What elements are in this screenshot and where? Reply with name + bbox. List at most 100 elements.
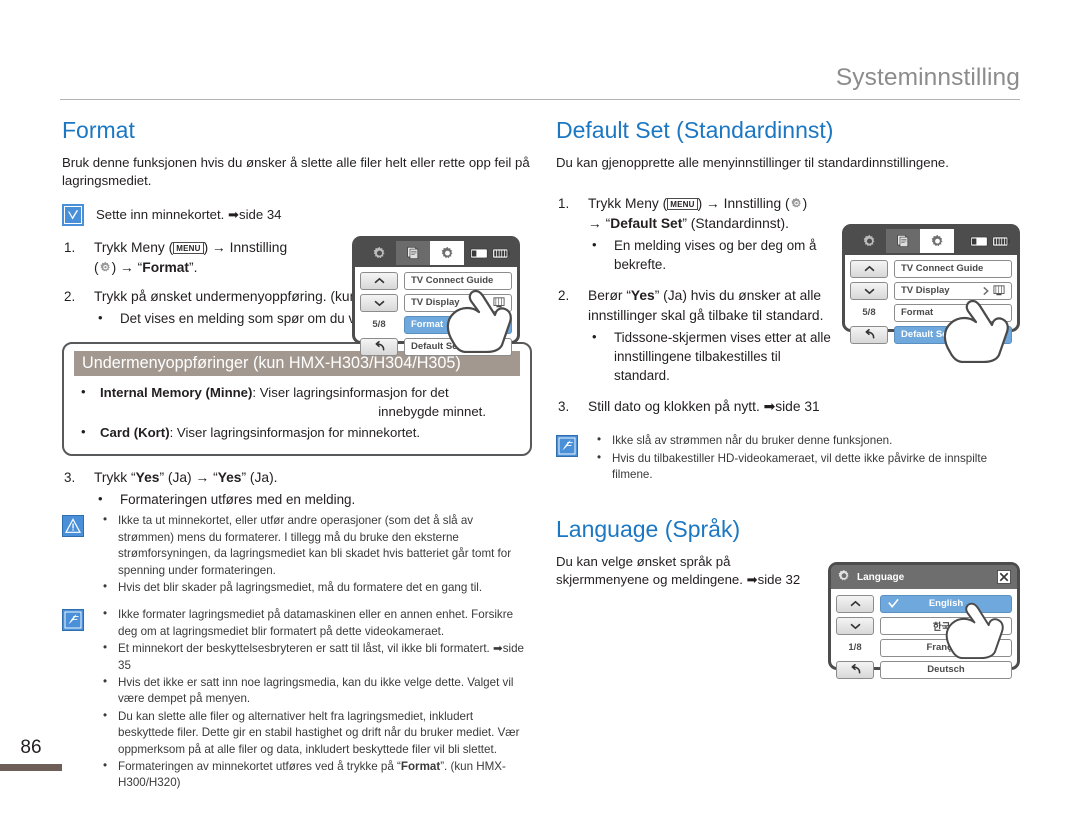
memory-card-icon xyxy=(970,236,988,246)
insert-card-tip-text: Sette inn minnekortet. ➡side 34 xyxy=(96,207,282,223)
step-1-text-d: ”. xyxy=(189,260,198,276)
default-step-1: 1. Trykk Meny (MENU) → Innstilling ( ) →… xyxy=(556,194,836,274)
menu-item[interactable]: TV Display xyxy=(404,293,512,312)
back-button[interactable] xyxy=(850,325,888,344)
step-3-text-a: Trykk “ xyxy=(94,470,136,486)
dialog-title: Language xyxy=(857,571,905,583)
lcd-mockup-language: Language English 한국어 1/8 Français Deutsc… xyxy=(828,562,1020,679)
insert-card-tip: Sette inn minnekortet. ➡side 34 xyxy=(62,204,532,227)
step-1-text-c: ) xyxy=(802,196,808,212)
page-indicator: 5/8 xyxy=(372,319,386,330)
menu-item-format[interactable]: Format xyxy=(404,315,512,334)
close-icon[interactable] xyxy=(996,570,1011,585)
page-number-bar xyxy=(0,764,62,771)
default-step-2-sublist: Tidssone-skjermen vises etter at alle in… xyxy=(588,327,836,385)
menu-button-chip: MENU xyxy=(667,198,698,211)
menu-item-default-set[interactable]: Default Set xyxy=(894,325,1012,344)
gear-icon xyxy=(99,260,112,273)
lcd-mockup-format: TV Connect Guide TV Display 5/8 Format D… xyxy=(352,236,520,356)
page-number: 86 xyxy=(20,737,42,758)
menu-item-indicator xyxy=(482,297,505,308)
memory-card-icon xyxy=(470,248,488,258)
step-1-text-b: ) → Innstilling xyxy=(203,240,288,256)
page-indicator: 1/8 xyxy=(848,642,862,653)
page-number-block: 86 xyxy=(0,738,62,771)
language-item-francais[interactable]: Français xyxy=(880,638,1012,657)
step-number: 2. xyxy=(64,289,76,305)
gear-icon xyxy=(837,569,851,586)
page-title: Systeminnstilling xyxy=(835,64,1020,91)
section-title-format: Format xyxy=(62,117,135,143)
lcd-row: 5/8 Format xyxy=(850,303,1012,322)
back-button[interactable] xyxy=(360,337,398,356)
submenu-item-1-desc: : Viser lagringsinformasjon for det xyxy=(252,385,449,401)
default-step-1-sublist: En melding vises og ber deg om å bekreft… xyxy=(588,235,836,274)
header-divider xyxy=(60,98,1020,100)
default-step-2: 2. Berør “Yes” (Ja) hvis du ønsker at al… xyxy=(556,286,836,385)
language-item-english[interactable]: English xyxy=(880,594,1012,613)
back-button[interactable] xyxy=(836,660,874,679)
lcd-row: TV Display xyxy=(360,293,512,312)
menu-item[interactable]: TV Display xyxy=(894,281,1012,300)
list-item: Et minnekort der beskyttelsesbryteren er… xyxy=(98,640,532,674)
step-1-text-a: Trykk Meny ( xyxy=(94,240,174,256)
section-title-language: Language (Språk) xyxy=(556,515,741,542)
list-item: Hvis det blir skader på lagringsmediet, … xyxy=(98,579,532,596)
tab-settings-gear-icon[interactable] xyxy=(852,229,886,253)
page-indicator: 5/8 xyxy=(862,307,876,318)
lcd-tabbar xyxy=(845,227,1017,255)
tv-display-icon xyxy=(993,285,1005,296)
list-item: Tidssone-skjermen vises etter at alle in… xyxy=(588,327,836,385)
scroll-up-button[interactable] xyxy=(360,271,398,290)
step-number: 2. xyxy=(558,288,570,304)
step-number: 3. xyxy=(64,470,76,486)
language-item-korean[interactable]: 한국어 xyxy=(880,616,1012,635)
chevron-right-icon xyxy=(983,286,989,295)
scroll-down-button[interactable] xyxy=(360,293,398,312)
lcd-row: TV Connect Guide xyxy=(360,271,512,290)
battery-icon xyxy=(492,248,510,258)
tab-pages-icon[interactable] xyxy=(886,229,920,253)
menu-item[interactable]: TV Connect Guide xyxy=(404,271,512,290)
step-number: 1. xyxy=(64,240,76,256)
format-note-list: Ikke formater lagringsmediet på datamask… xyxy=(98,606,532,792)
scroll-down-button[interactable] xyxy=(850,281,888,300)
note-pen-icon xyxy=(556,435,578,458)
step-3-text: Still dato og klokken på nytt. ➡side 31 xyxy=(588,399,820,415)
tab-system-settings-icon[interactable] xyxy=(920,229,954,253)
step-1-line2-rest: ” (Standardinnst). xyxy=(682,216,789,232)
note-pen-icon xyxy=(62,609,84,632)
tab-pages-icon[interactable] xyxy=(396,241,430,265)
scroll-down-button[interactable] xyxy=(836,616,874,635)
submenu-item-2-desc: : Viser lagringsinformasjon for minnekor… xyxy=(169,425,421,441)
menu-item[interactable]: Default Set xyxy=(404,337,512,356)
lcd-tabbar xyxy=(355,239,517,267)
default-set-note-list: Ikke slå av strømmen når du bruker denne… xyxy=(592,432,1021,484)
lcd-row: 1/8 Français xyxy=(836,638,1012,657)
list-item: Hvis du tilbakestiller HD-videokameraet,… xyxy=(592,450,1021,484)
list-item: En melding vises og ber deg om å bekreft… xyxy=(588,235,836,274)
format-warning-block: Ikke ta ut minnekortet, eller utfør andr… xyxy=(62,512,532,597)
language-label: English xyxy=(928,598,964,609)
step-number: 1. xyxy=(558,196,570,212)
language-item-deutsch[interactable]: Deutsch xyxy=(880,660,1012,679)
status-indicators xyxy=(970,236,1010,247)
list-item: Hvis det ikke er satt inn noe lagringsme… xyxy=(98,674,532,708)
tab-system-settings-icon[interactable] xyxy=(430,241,464,265)
note-5-text-a: Formateringen av minnekortet utføres ved… xyxy=(118,759,401,773)
step-1-text-a: Trykk Meny ( xyxy=(588,196,668,212)
lcd-row: Deutsch xyxy=(836,660,1012,679)
format-warning-list: Ikke ta ut minnekortet, eller utfør andr… xyxy=(98,512,532,597)
menu-item[interactable]: Format xyxy=(894,303,1012,322)
step-1-bold: Format xyxy=(142,260,190,276)
menu-item[interactable]: TV Connect Guide xyxy=(894,259,1012,278)
tv-display-icon xyxy=(493,297,505,308)
scroll-up-button[interactable] xyxy=(850,259,888,278)
warning-icon xyxy=(62,515,84,538)
lcd-dialog-titlebar: Language xyxy=(831,565,1017,589)
tab-settings-gear-icon[interactable] xyxy=(362,241,396,265)
scroll-up-button[interactable] xyxy=(836,594,874,613)
default-set-intro: Du kan gjenopprette alle menyinnstilling… xyxy=(556,155,949,171)
list-item: Ikke slå av strømmen når du bruker denne… xyxy=(592,432,1021,449)
format-steps-continued: 3. Trykk “Yes” (Ja) → “Yes” (Ja). Format… xyxy=(62,468,532,509)
